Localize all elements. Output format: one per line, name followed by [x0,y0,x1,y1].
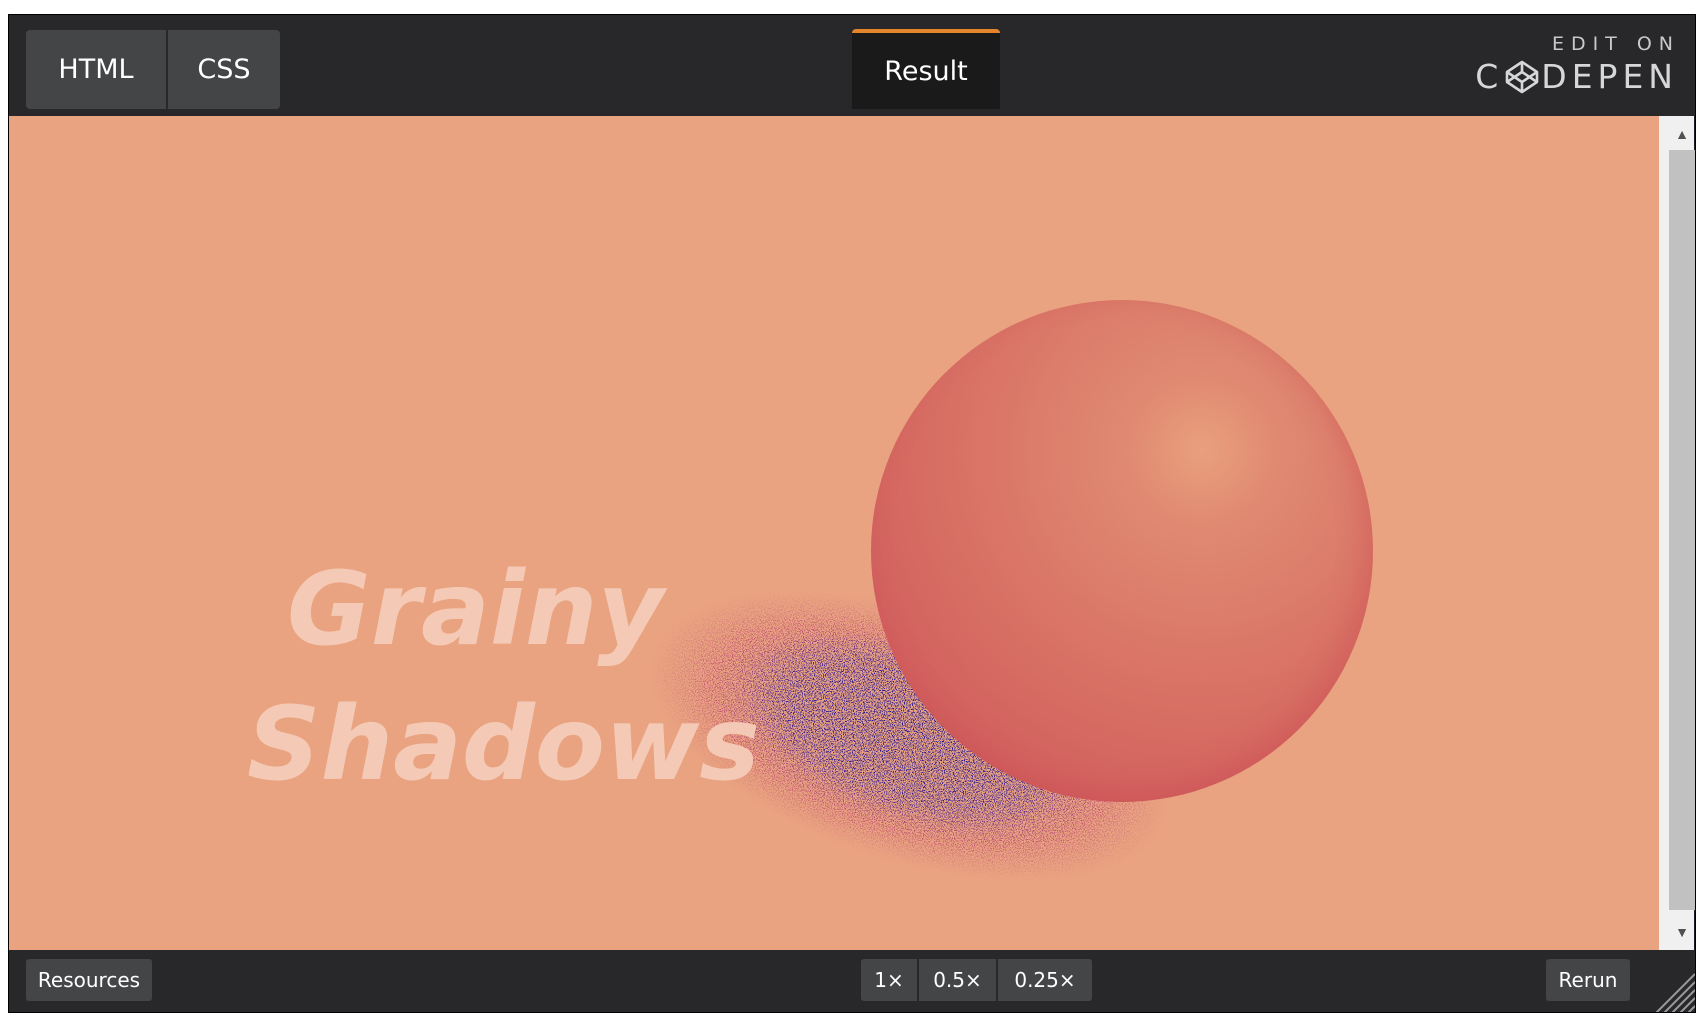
edit-on-label: EDIT ON [1551,33,1680,55]
title-line-1: Grainy [287,550,664,669]
codepen-logo-icon [1505,60,1539,93]
scroll-down-arrow-icon[interactable]: ▼ [1669,920,1695,944]
sphere [871,300,1373,802]
zoom-1x-button[interactable]: 1× [861,959,917,1001]
tab-css[interactable]: CSS [168,30,280,109]
scroll-up-arrow-icon[interactable]: ▲ [1669,122,1695,146]
tab-result[interactable]: Result [852,29,1000,109]
resize-handle-icon[interactable] [1649,968,1695,1013]
codepen-embed: HTML CSS Result EDIT ON C DEPEN Grainy S… [8,14,1696,1013]
vertical-scrollbar[interactable]: ▲ ▼ [1659,116,1695,950]
zoom-0-25x-button[interactable]: 0.25× [998,959,1092,1001]
edit-on-codepen-link[interactable]: EDIT ON C DEPEN [1463,33,1673,96]
zoom-0-5x-button[interactable]: 0.5× [919,959,996,1001]
tab-html[interactable]: HTML [26,30,166,109]
scroll-thumb[interactable] [1669,150,1695,910]
embed-footer: Resources 1× 0.5× 0.25× Rerun [9,950,1695,1013]
embed-header: HTML CSS Result EDIT ON C DEPEN [9,15,1695,116]
rerun-button[interactable]: Rerun [1546,959,1630,1001]
codepen-wordmark: C DEPEN [1463,57,1678,96]
brand-label-left: C [1475,57,1504,96]
result-preview: Grainy Shadows [9,116,1659,950]
title-line-2: Shadows [247,685,760,804]
brand-label-right: DEPEN [1541,57,1678,96]
resources-button[interactable]: Resources [26,959,152,1001]
